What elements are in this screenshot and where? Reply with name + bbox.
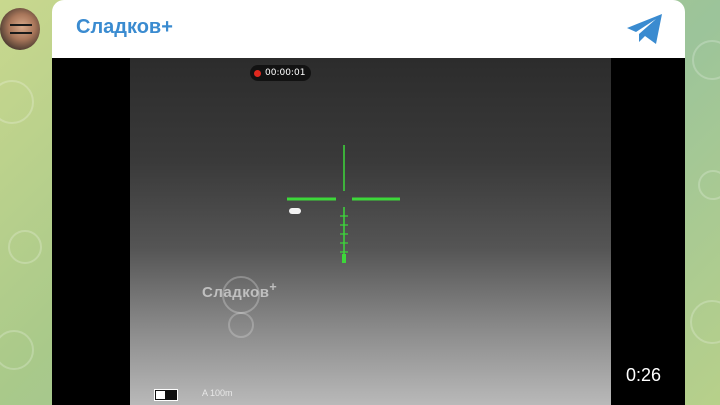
video-duration: 0:26	[625, 365, 661, 385]
background-doodle	[0, 80, 34, 124]
background-doodle	[698, 170, 720, 200]
background-doodle	[8, 230, 42, 264]
crosshair-reticle-icon	[287, 145, 400, 263]
battery-icon	[154, 389, 178, 401]
battery-level	[156, 391, 165, 399]
range-readout: A 100m	[202, 388, 233, 398]
message-bubble: Сладков+ 00:00:01 Сладков+ A 100m 0:26	[52, 0, 685, 405]
background-doodle	[692, 40, 720, 80]
avatar-icon	[10, 24, 32, 34]
telegram-logo-icon	[627, 14, 662, 44]
background-doodle	[690, 300, 720, 344]
background-doodle	[0, 330, 34, 370]
channel-avatar[interactable]	[0, 8, 40, 50]
video-player[interactable]: 00:00:01 Сладков+ A 100m 0:26	[52, 58, 685, 405]
channel-name[interactable]: Сладков+	[76, 16, 173, 39]
video-frame: 00:00:01 Сладков+ A 100m	[130, 58, 611, 405]
